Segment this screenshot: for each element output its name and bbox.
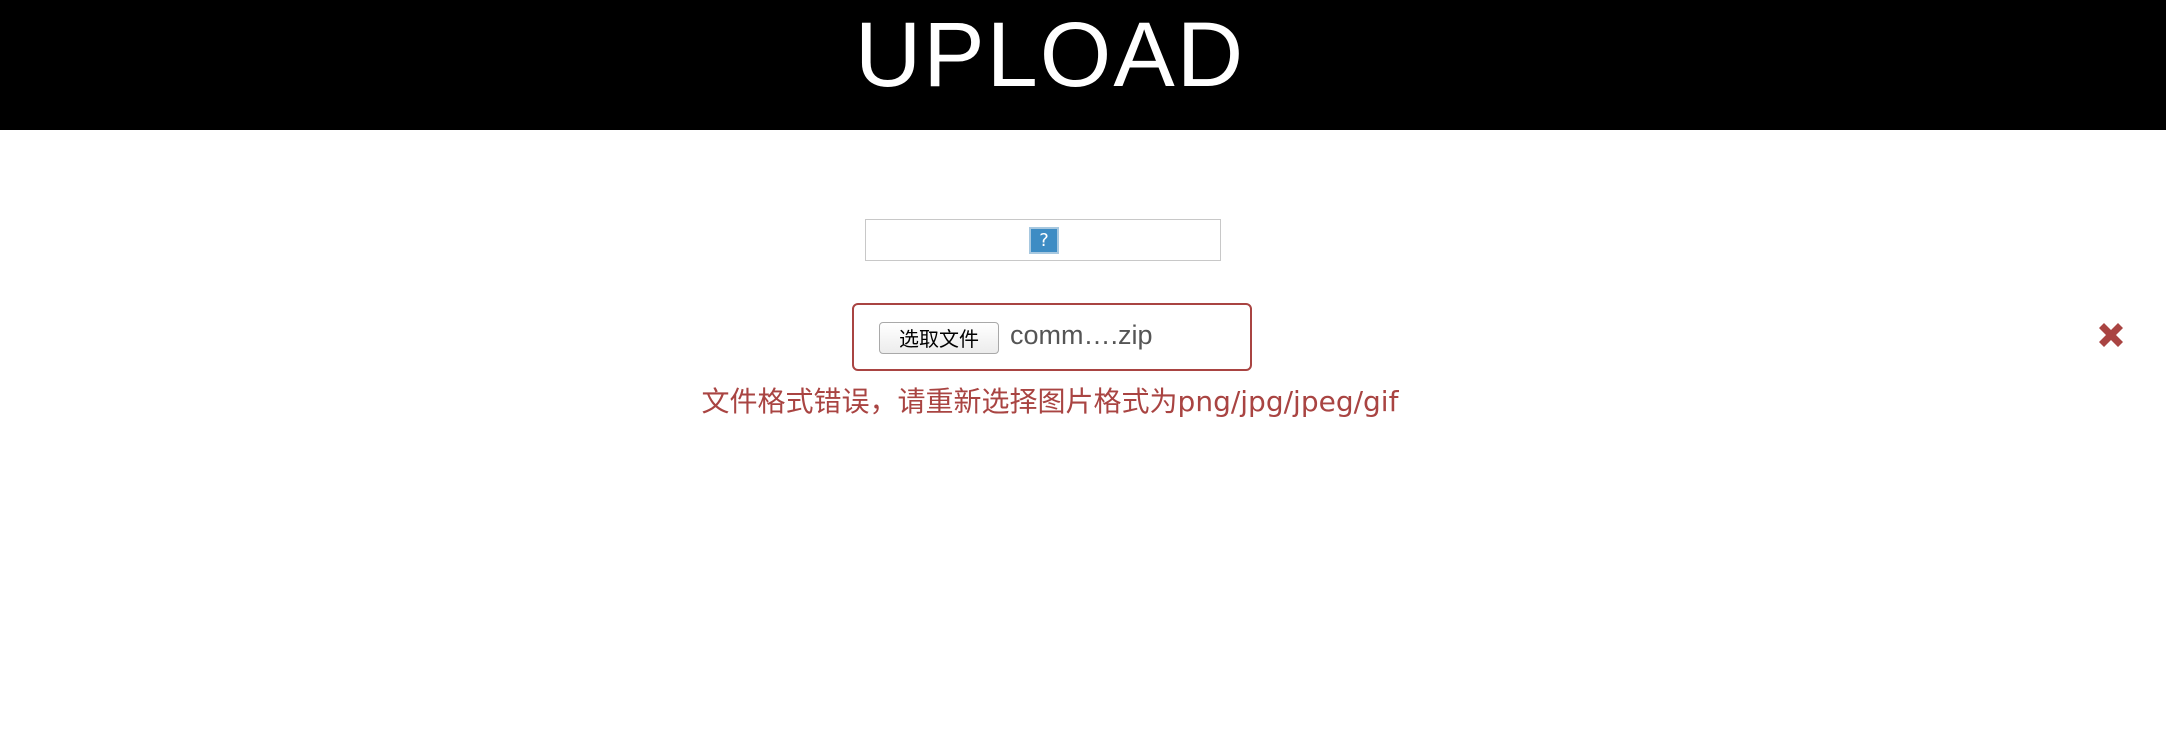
file-upload-field[interactable]: 选取文件 comm….zip (852, 303, 1252, 371)
choose-file-button[interactable]: 选取文件 (879, 322, 999, 354)
page-title: UPLOAD (854, 4, 1246, 106)
selected-file-name: comm….zip (1010, 320, 1153, 350)
close-icon[interactable] (2094, 318, 2128, 352)
image-preview: ? (865, 219, 1221, 261)
error-message: 文件格式错误，请重新选择图片格式为png/jpg/jpeg/gif (701, 385, 1399, 418)
page-header: UPLOAD (0, 0, 2166, 130)
broken-image-icon: ? (1029, 227, 1059, 254)
